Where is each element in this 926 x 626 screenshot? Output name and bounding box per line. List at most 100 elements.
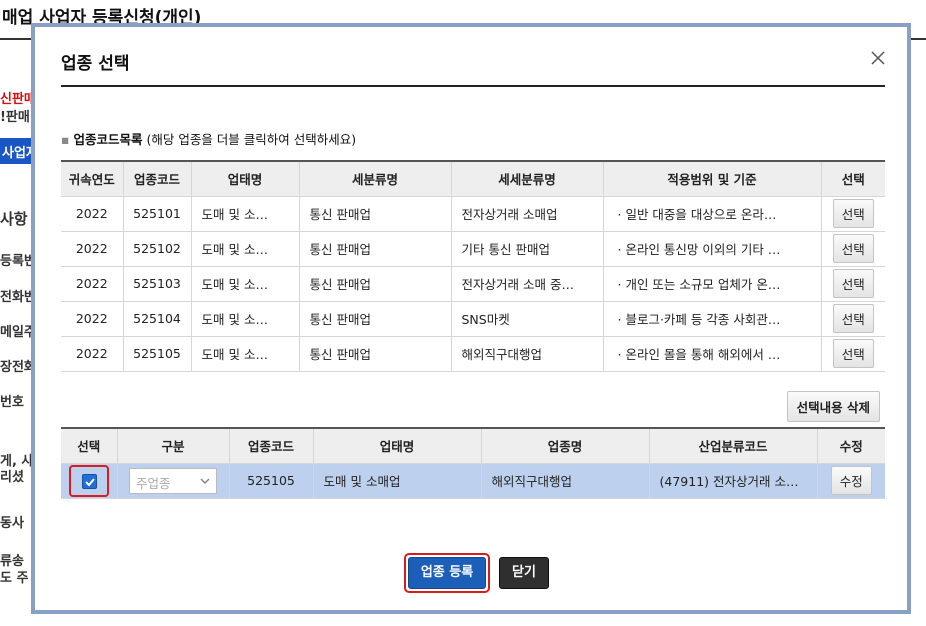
table-row[interactable]: 2022 525103 도매 및 소… 통신 판매업 전자상거래 소매 중… ·… [61,266,885,302]
checkmark-icon [85,477,95,486]
select-button[interactable]: 선택 [832,199,874,228]
register-industry-button[interactable]: 업종 등록 [408,557,486,589]
bg-fragment: 전화번 [0,290,34,305]
biz-type-cell: 도매 및 소… [191,266,300,302]
category-select[interactable]: 주업종 [129,467,217,494]
table-row[interactable]: 2022 525105 도매 및 소… 통신 판매업 해외직구대행업 · 온라인… [61,336,885,372]
select-button[interactable]: 선택 [832,304,874,333]
close-button[interactable]: 닫기 [499,557,549,589]
bg-fragment: 번호 [0,395,24,410]
code-cell: 525105 [229,463,314,499]
table-header-row: 선택 구분 업종코드 업태명 업종명 산업분류코드 수정 [61,428,885,464]
subsub-class-cell: 해외직구대행업 [451,336,604,372]
bg-fragment: 장전화 [0,360,34,375]
scope-cell: · 온라인 통신망 이외의 기타 … [603,231,822,267]
scope-cell: · 온라인 몰을 통해 해외에서 … [603,336,822,372]
column-header: 업태명 [313,428,482,464]
select-button[interactable]: 선택 [832,234,874,263]
column-header: 세분류명 [299,161,452,197]
code-cell: 525102 [123,231,192,267]
industry-select-dialog: 업종 선택 ▪ 업종코드목록 (해당 업종을 더블 클릭하여 선택하세요) 귀속연… [31,23,911,614]
column-header: 업종코드 [123,161,192,197]
select-cell: 선택 [821,231,885,267]
year-cell: 2022 [61,266,124,302]
biz-type-cell: 도매 및 소… [191,231,300,267]
sub-class-cell: 통신 판매업 [299,196,452,232]
column-header: 업태명 [191,161,300,197]
sub-class-cell: 통신 판매업 [299,336,452,372]
table-row[interactable]: 2022 525102 도매 및 소… 통신 판매업 기타 통신 판매업 · 온… [61,231,885,267]
code-cell: 525104 [123,301,192,337]
bg-blue-tab: 사업자 [0,138,34,164]
subsub-class-cell: 전자상거래 소매 중… [451,266,604,302]
category-cell: 주업종 [117,463,230,499]
column-header: 세세분류명 [451,161,604,197]
column-header: 업종명 [481,428,650,464]
year-cell: 2022 [61,301,124,337]
column-header: 산업분류코드 [649,428,818,464]
close-icon[interactable] [869,49,887,67]
dialog-title: 업종 선택 [61,54,130,74]
select-button[interactable]: 선택 [832,269,874,298]
code-cell: 525105 [123,336,192,372]
bg-fragment: 신판매 [0,92,34,107]
select-cell: 선택 [821,336,885,372]
bg-fragment: 도 주 [0,571,29,586]
table-row[interactable]: 2022 525104 도매 및 소… 통신 판매업 SNS마켓 · 블로그·카… [61,301,885,337]
chevron-down-icon [200,477,210,484]
section-label: ▪ 업종코드목록 (해당 업종을 더블 클릭하여 선택하세요) [61,129,356,148]
selected-industry-table: 선택 구분 업종코드 업태명 업종명 산업분류코드 수정 주업종 525105 … [61,427,885,499]
column-header: 구분 [117,428,230,464]
select-cell: 선택 [821,266,885,302]
bg-fragment: 등록번 [0,254,34,269]
biz-type-cell: 도매 및 소… [191,336,300,372]
industry-code-table: 귀속연도 업종코드 업태명 세분류명 세세분류명 적용범위 및 기준 선택 20… [61,160,885,372]
scope-cell: · 일반 대중을 대상으로 온라… [603,196,822,232]
checkbox-cell [61,463,118,499]
table-row[interactable]: 2022 525101 도매 및 소… 통신 판매업 전자상거래 소매업 · 일… [61,196,885,232]
code-cell: 525101 [123,196,192,232]
bg-fragment: 동사 [0,516,24,531]
industry-code-cell: (47911) 전자상거래 소… [649,463,818,499]
year-cell: 2022 [61,231,124,267]
column-header: 적용범위 및 기준 [603,161,822,197]
category-select-value: 주업종 [136,475,171,491]
scope-cell: · 블로그·카페 등 각종 사회관… [603,301,822,337]
row-checkbox[interactable] [81,473,97,489]
select-cell: 선택 [821,301,885,337]
bg-fragment: !판매 [0,110,30,125]
select-cell: 선택 [821,196,885,232]
column-header: 선택 [61,428,118,464]
column-header: 선택 [821,161,885,197]
biz-name-cell: 해외직구대행업 [481,463,650,499]
column-header: 수정 [817,428,885,464]
code-cell: 525103 [123,266,192,302]
delete-selection-button[interactable]: 선택내용 삭제 [786,391,880,422]
subsub-class-cell: 기타 통신 판매업 [451,231,604,267]
section-title: 업종코드목록 [73,132,143,147]
title-divider [61,85,885,87]
bg-fragment: 리셨 [0,470,24,485]
year-cell: 2022 [61,196,124,232]
edit-cell: 수정 [817,463,885,499]
sub-class-cell: 통신 판매업 [299,231,452,267]
table-header-row: 귀속연도 업종코드 업태명 세분류명 세세분류명 적용범위 및 기준 선택 [61,161,885,197]
checkbox-highlight [68,464,109,497]
biz-type-cell: 도매 및 소매업 [313,463,482,499]
subsub-class-cell: SNS마켓 [451,301,604,337]
select-button[interactable]: 선택 [832,339,874,368]
biz-type-cell: 도매 및 소… [191,196,300,232]
column-header: 업종코드 [229,428,314,464]
bg-fragment: 메일주 [0,325,34,340]
sub-class-cell: 통신 판매업 [299,266,452,302]
edit-button[interactable]: 수정 [830,466,872,495]
sub-class-cell: 통신 판매업 [299,301,452,337]
section-hint: (해당 업종을 더블 클릭하여 선택하세요) [146,132,357,147]
column-header: 귀속연도 [61,161,124,197]
subsub-class-cell: 전자상거래 소매업 [451,196,604,232]
table-row[interactable]: 주업종 525105 도매 및 소매업 해외직구대행업 (47911) 전자상거… [61,463,885,499]
bullet-icon: ▪ [61,132,70,147]
bg-fragment: 사항 [0,210,28,228]
biz-type-cell: 도매 및 소… [191,301,300,337]
scope-cell: · 개인 또는 소규모 업체가 온… [603,266,822,302]
